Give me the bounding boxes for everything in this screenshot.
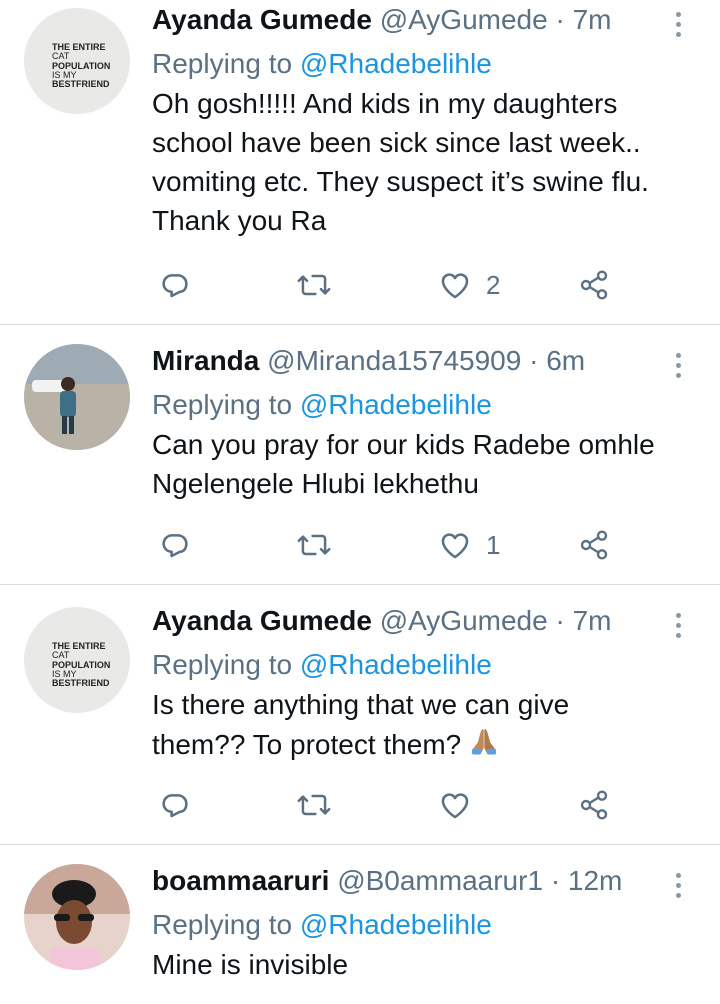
divider — [0, 324, 720, 325]
divider — [0, 584, 720, 585]
replying-to: Replying to @Rhadebelihle — [152, 385, 492, 425]
divider — [0, 844, 720, 845]
reply-icon — [162, 794, 188, 818]
like-count: 2 — [486, 269, 501, 300]
user-handle[interactable]: @Miranda15745909 — [267, 345, 521, 376]
avatar[interactable] — [24, 864, 130, 970]
retweet-button[interactable] — [296, 265, 332, 305]
more-options-icon[interactable] — [668, 611, 688, 641]
user-handle[interactable]: @AyGumede — [380, 605, 548, 636]
replying-to-label: Replying to — [152, 909, 293, 940]
timestamp[interactable]: · 7m — [555, 605, 611, 636]
like-button[interactable]: 2 — [438, 265, 500, 305]
display-name[interactable]: Miranda — [152, 345, 259, 376]
tweet-text: Is there anything that we can give them?… — [152, 685, 712, 768]
timestamp[interactable]: · 12m — [551, 865, 623, 896]
timestamp[interactable]: · 6m — [529, 345, 585, 376]
display-name[interactable]: boammaaruri — [152, 865, 329, 896]
retweet-button[interactable] — [296, 525, 332, 565]
tweet[interactable]: THE ENTIRE CAT POPULATION IS MY BESTFRIE… — [0, 601, 720, 844]
reply-button[interactable] — [158, 525, 192, 565]
replying-to: Replying to @Rhadebelihle — [152, 44, 492, 84]
mention-link[interactable]: @Rhadebelihle — [300, 909, 492, 940]
share-icon — [580, 790, 608, 820]
avatar[interactable]: THE ENTIRE CAT POPULATION IS MY BESTFRIE… — [24, 8, 130, 114]
timestamp[interactable]: · 7m — [555, 4, 611, 35]
more-options-icon[interactable] — [668, 10, 688, 40]
retweet-button[interactable] — [296, 785, 332, 825]
like-count: 1 — [486, 529, 501, 560]
tweet-text-line: Oh gosh!!!!! And kids in my daughters — [152, 88, 618, 119]
tweet-text-line: Mine is invisible — [152, 949, 349, 980]
tweet-text-line: vomiting etc. They suspect it’s swine fl… — [152, 166, 649, 197]
tweet[interactable]: THE ENTIRE CAT POPULATION IS MY BESTFRIE… — [0, 0, 720, 324]
tweet-text: Can you pray for our kids Radebe omhle N… — [152, 425, 712, 503]
share-icon — [580, 270, 608, 300]
mention-link[interactable]: @Rhadebelihle — [300, 649, 492, 680]
tweet-header: Ayanda Gumede @AyGumede · 7m — [152, 601, 611, 641]
tweet-header: Ayanda Gumede @AyGumede · 7m — [152, 0, 611, 40]
action-bar — [152, 785, 632, 825]
svg-text:BESTFRIEND: BESTFRIEND — [52, 678, 110, 688]
avatar[interactable]: THE ENTIRE CAT POPULATION IS MY BESTFRIE… — [24, 607, 130, 713]
display-name[interactable]: Ayanda Gumede — [152, 4, 372, 35]
folded-hands-icon — [467, 724, 501, 768]
reply-button[interactable] — [158, 785, 192, 825]
replying-to-label: Replying to — [152, 389, 293, 420]
tweet-header: Miranda @Miranda15745909 · 6m — [152, 341, 585, 381]
user-handle[interactable]: @B0ammaarur1 — [337, 865, 543, 896]
like-icon — [441, 533, 469, 559]
replying-to: Replying to @Rhadebelihle — [152, 645, 492, 685]
tweet-text-line: Can you pray for our kids Radebe omhle — [152, 429, 655, 460]
replying-to-label: Replying to — [152, 48, 293, 79]
tweet-text-line: school have been sick since last week.. — [152, 127, 641, 158]
svg-text:CAT: CAT — [52, 650, 70, 660]
replying-to: Replying to @Rhadebelihle — [152, 905, 492, 945]
tweet-text-line: Is there anything that we can give — [152, 689, 570, 720]
tweet-text: Oh gosh!!!!! And kids in my daughters sc… — [152, 84, 712, 240]
tweet-header: boammaaruri @B0ammaarur1 · 12m — [152, 861, 622, 901]
share-button[interactable] — [578, 265, 610, 305]
replying-to-label: Replying to — [152, 649, 293, 680]
mention-link[interactable]: @Rhadebelihle — [300, 48, 492, 79]
tweet-text: Mine is invisible — [152, 945, 712, 984]
like-button[interactable] — [438, 785, 472, 825]
tweet-text-line: Thank you Ra — [152, 205, 327, 236]
more-options-icon[interactable] — [668, 351, 688, 381]
avatar[interactable] — [24, 344, 130, 450]
action-bar: 1 — [152, 525, 632, 565]
tweet[interactable]: Miranda @Miranda15745909 · 6m Replying t… — [0, 341, 720, 584]
user-handle[interactable]: @AyGumede — [380, 4, 548, 35]
retweet-icon — [297, 794, 331, 816]
mention-link[interactable]: @Rhadebelihle — [300, 389, 492, 420]
share-button[interactable] — [578, 785, 610, 825]
tweet-text-line: them?? To protect them? — [152, 724, 712, 768]
reply-icon — [162, 534, 188, 558]
retweet-icon — [297, 274, 331, 296]
action-bar: 2 — [152, 265, 632, 305]
share-button[interactable] — [578, 525, 610, 565]
tweet-text-line: Ngelengele Hlubi lekhethu — [152, 468, 479, 499]
reply-button[interactable] — [158, 265, 192, 305]
like-icon — [441, 793, 469, 819]
more-options-icon[interactable] — [668, 871, 688, 901]
svg-text:BESTFRIEND: BESTFRIEND — [52, 79, 110, 89]
display-name[interactable]: Ayanda Gumede — [152, 605, 372, 636]
like-icon — [441, 273, 469, 299]
retweet-icon — [297, 534, 331, 556]
like-button[interactable]: 1 — [438, 525, 500, 565]
tweet[interactable]: boammaaruri @B0ammaarur1 · 12m Replying … — [0, 861, 720, 1004]
reply-icon — [162, 274, 188, 298]
share-icon — [580, 530, 608, 560]
svg-text:CAT: CAT — [52, 51, 70, 61]
